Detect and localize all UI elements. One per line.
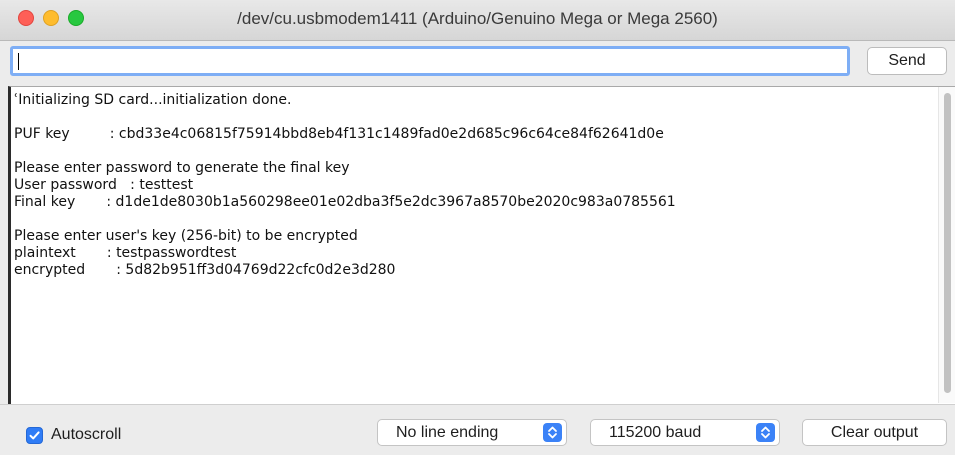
serial-output-area[interactable]: ʿInitializing SD card...initialization d…: [8, 86, 955, 404]
send-button[interactable]: Send: [867, 47, 947, 75]
send-row: Send: [0, 41, 955, 83]
output-line: encrypted : 5d82b951ff3d04769d22cfc0d2e3…: [14, 262, 396, 278]
bottom-toolbar: Autoscroll No line ending 115200 baud Cl…: [0, 404, 955, 455]
output-line: Final key : d1de1de8030b1a560298ee01e02d…: [14, 194, 676, 210]
title-bar: /dev/cu.usbmodem1411 (Arduino/Genuino Me…: [0, 0, 955, 41]
serial-output-text: ʿInitializing SD card...initialization d…: [14, 92, 676, 279]
scrollbar-thumb[interactable]: [944, 93, 951, 393]
autoscroll-checkbox[interactable]: [26, 426, 43, 444]
output-line: User password : testtest: [14, 177, 194, 193]
select-stepper-icon: [756, 423, 775, 442]
baud-rate-select[interactable]: 115200 baud: [590, 419, 780, 446]
output-line: ʿInitializing SD card...initialization d…: [14, 92, 292, 108]
autoscroll-toggle[interactable]: Autoscroll: [26, 425, 121, 445]
text-caret: [18, 53, 19, 70]
vertical-scrollbar[interactable]: [938, 87, 955, 403]
output-line: PUF key : cbd33e4c06815f75914bbd8eb4f131…: [14, 126, 664, 142]
output-line: plaintext : testpasswordtest: [14, 245, 237, 261]
select-stepper-icon: [543, 423, 562, 442]
output-line: Please enter user's key (256-bit) to be …: [14, 228, 358, 244]
clear-output-button[interactable]: Clear output: [802, 419, 947, 446]
serial-input[interactable]: [10, 46, 850, 76]
output-line: Please enter password to generate the fi…: [14, 160, 350, 176]
baud-rate-value: 115200 baud: [609, 424, 702, 441]
serial-monitor-window: /dev/cu.usbmodem1411 (Arduino/Genuino Me…: [0, 0, 955, 455]
autoscroll-label: Autoscroll: [51, 426, 122, 443]
checkmark-icon: [29, 430, 40, 439]
line-ending-value: No line ending: [396, 424, 499, 441]
window-title: /dev/cu.usbmodem1411 (Arduino/Genuino Me…: [237, 9, 718, 28]
line-ending-select[interactable]: No line ending: [377, 419, 567, 446]
